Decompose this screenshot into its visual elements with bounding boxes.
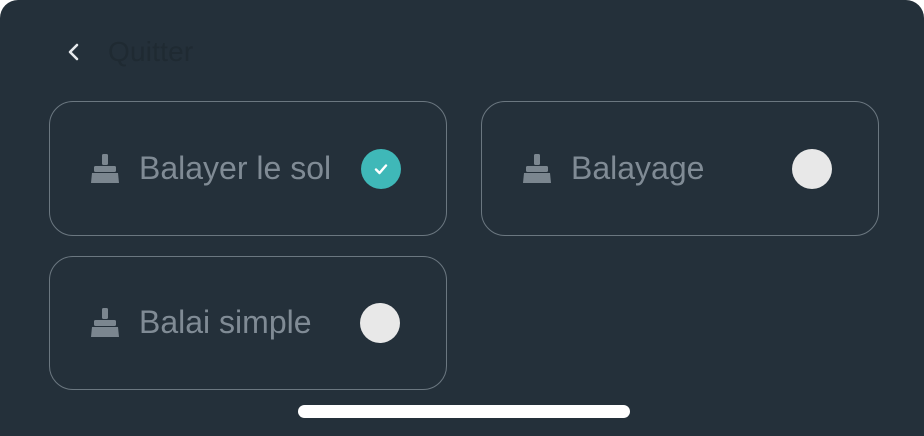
radio-unselected[interactable] [792, 148, 832, 189]
checkmark-icon [374, 163, 388, 174]
radio-selected[interactable] [361, 148, 401, 189]
broom-icon [88, 152, 122, 186]
home-indicator[interactable] [298, 405, 630, 418]
app-screen: Quitter Balayer le sol Balayage Balai si… [0, 0, 924, 436]
broom-icon [520, 152, 554, 186]
option-label: Balayer le sol [139, 149, 332, 186]
option-label: Balayage [571, 149, 705, 186]
radio-unselected[interactable] [360, 303, 400, 343]
option-label: Balai simple [139, 303, 312, 340]
back-label: Quitter [108, 36, 194, 67]
option-balayage[interactable]: Balayage [481, 101, 879, 236]
back-button[interactable]: Quitter [66, 36, 193, 68]
option-balai-simple[interactable]: Balai simple [49, 256, 447, 390]
broom-icon [88, 306, 122, 340]
chevron-left-icon [66, 41, 82, 63]
option-balayer-le-sol[interactable]: Balayer le sol [49, 101, 447, 236]
